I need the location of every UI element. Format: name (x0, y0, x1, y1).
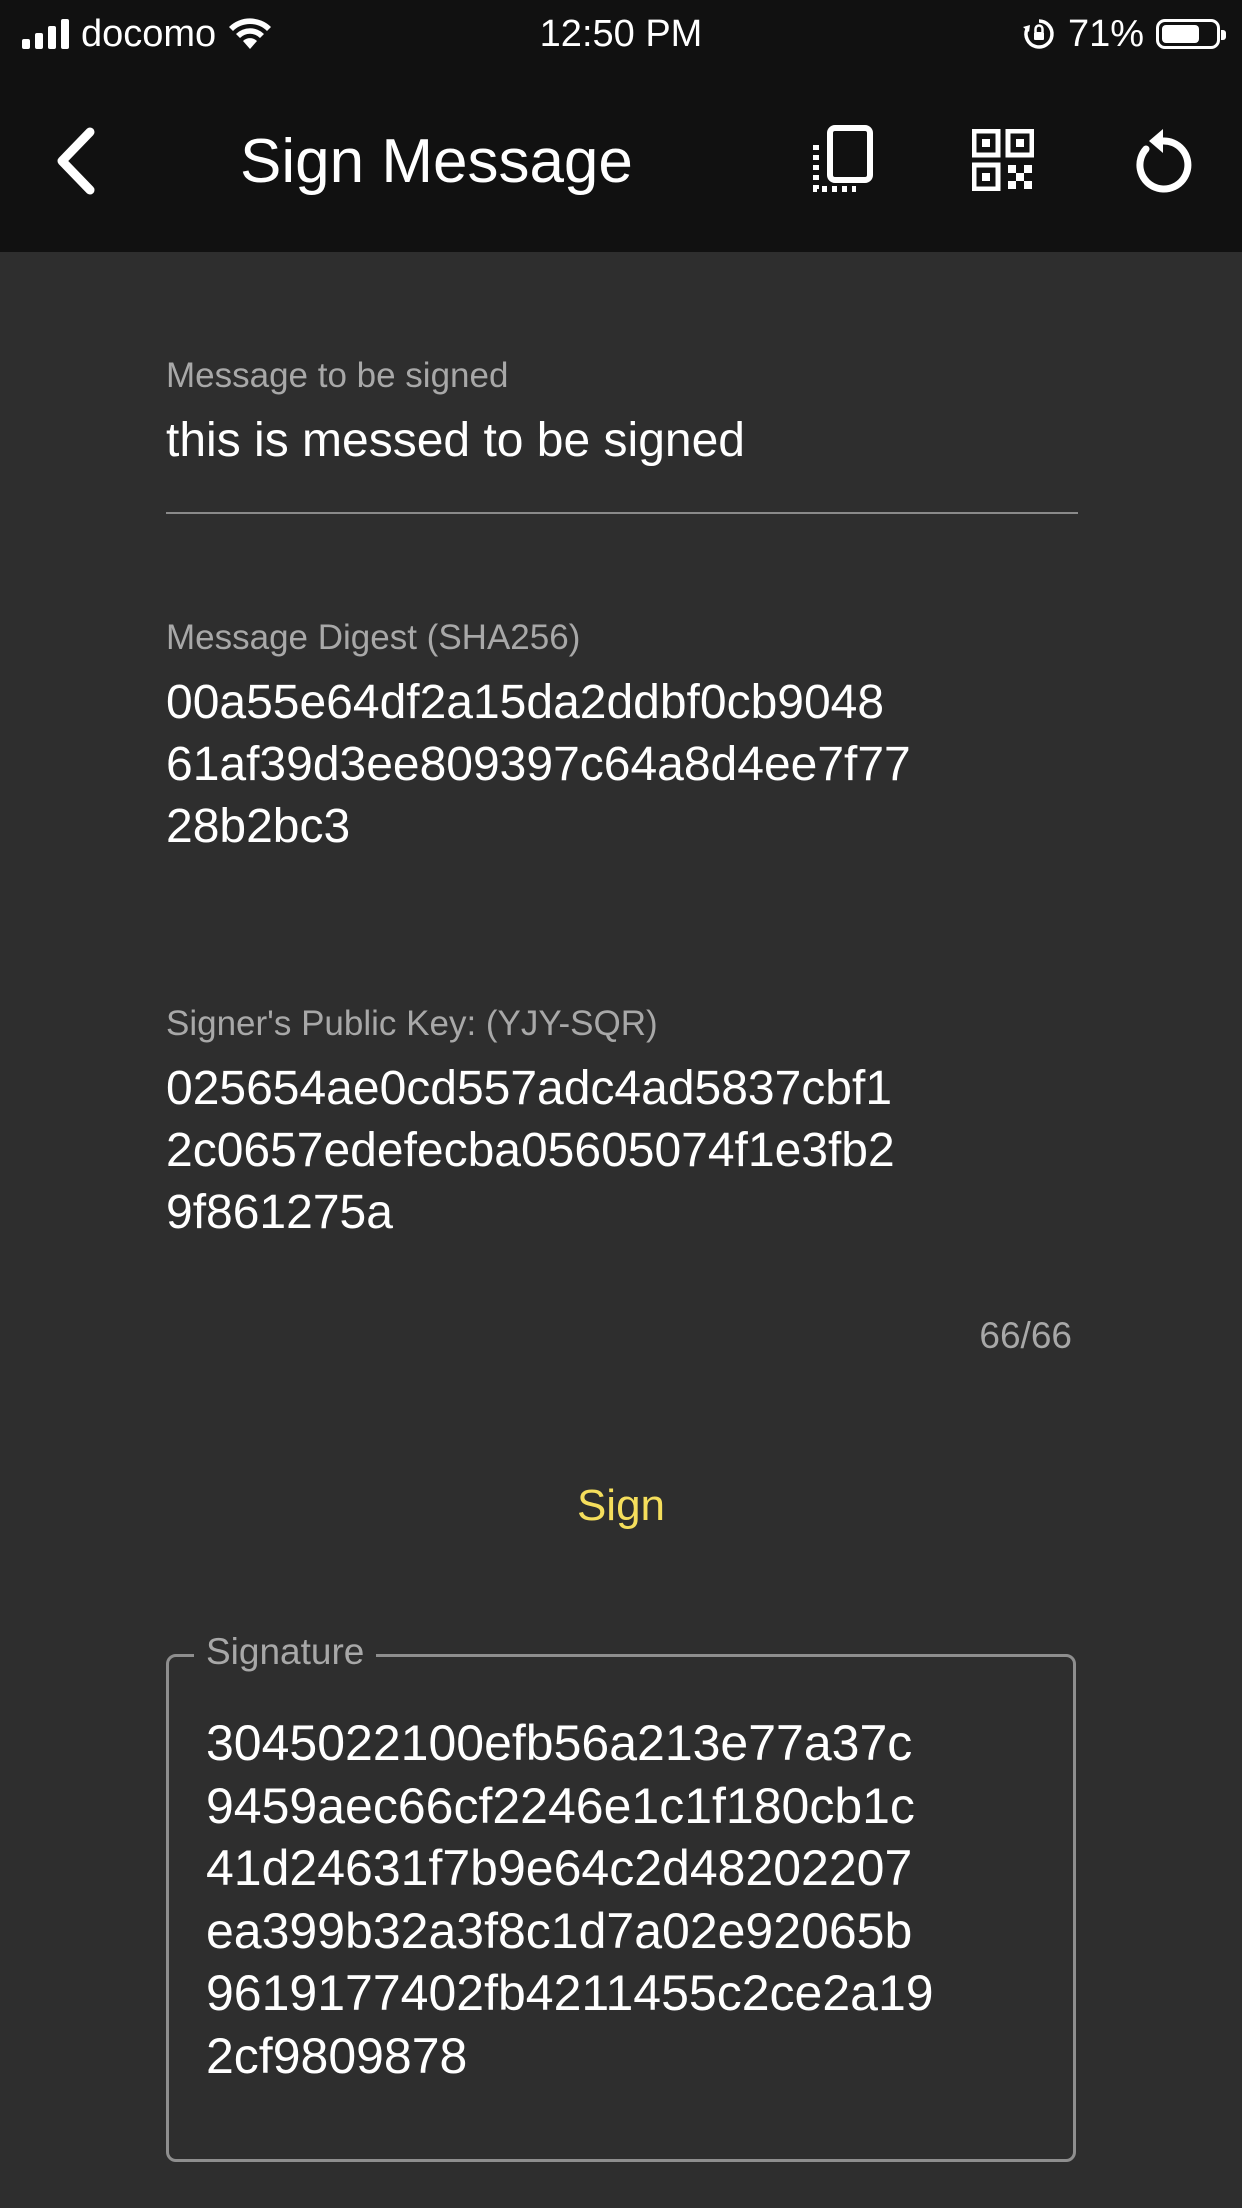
qr-code-button[interactable] (963, 120, 1043, 200)
refresh-button[interactable] (1123, 120, 1203, 200)
pubkey-line: 025654ae0cd557adc4ad5837cbf1 (166, 1062, 893, 1115)
digest-line: 61af39d3ee809397c64a8d4ee7f77 (166, 738, 911, 791)
signature-line: 9619177402fb4211455c2ce2a19 (206, 1965, 934, 2021)
pubkey-char-counter: 66/66 (979, 1315, 1072, 1356)
qr-code-icon (972, 129, 1034, 191)
digest-value: 00a55e64df2a15da2ddbf0cb9048 61af39d3ee8… (166, 672, 1086, 858)
signature-line: 41d24631f7b9e64c2d48202207 (206, 1840, 913, 1896)
digest-line: 00a55e64df2a15da2ddbf0cb9048 (166, 676, 885, 729)
signature-line: 9459aec66cf2246e1c1f180cb1c (206, 1777, 915, 1834)
battery-percent: 71% (1067, 13, 1144, 55)
signature-line: ea399b32a3f8c1d7a02e92065b (206, 1902, 913, 1959)
message-input[interactable]: this is messed to be signed (166, 410, 1086, 472)
battery-icon (1156, 19, 1226, 49)
pubkey-line: 9f861275a (166, 1186, 393, 1239)
copy-button[interactable] (803, 120, 883, 200)
sign-button-label: Sign (576, 1481, 666, 1530)
pubkey-line: 2c0657edefecba05605074f1e3fb2 (166, 1124, 895, 1177)
refresh-icon (1136, 129, 1192, 193)
sign-button[interactable]: Sign (0, 1476, 1242, 1536)
status-bar: docomo 12:50 PM 71% (0, 0, 1242, 70)
signature-value: 3045022100efb56a213e77a37c 9459aec66cf22… (206, 1712, 1046, 2087)
page-title: Sign Message (240, 127, 633, 196)
app-bar: Sign Message (0, 70, 1242, 252)
pubkey-input[interactable]: 025654ae0cd557adc4ad5837cbf1 2c0657edefe… (166, 1058, 1086, 1244)
signature-line: 2cf9809878 (206, 2027, 468, 2084)
message-label: Message to be signed (166, 356, 509, 395)
orientation-lock-icon (1022, 19, 1054, 49)
signature-label: Signature (194, 1629, 377, 1675)
message-underline (166, 512, 1078, 514)
copy-icon (813, 125, 873, 192)
pubkey-label: Signer's Public Key: (YJY-SQR) (166, 1004, 658, 1043)
signature-line: 3045022100efb56a213e77a37c (206, 1715, 913, 1771)
status-right: 71% (1022, 13, 1226, 55)
chevron-left-icon (57, 127, 95, 195)
digest-label: Message Digest (SHA256) (166, 618, 581, 657)
digest-line: 28b2bc3 (166, 800, 351, 853)
back-button[interactable] (40, 116, 110, 206)
